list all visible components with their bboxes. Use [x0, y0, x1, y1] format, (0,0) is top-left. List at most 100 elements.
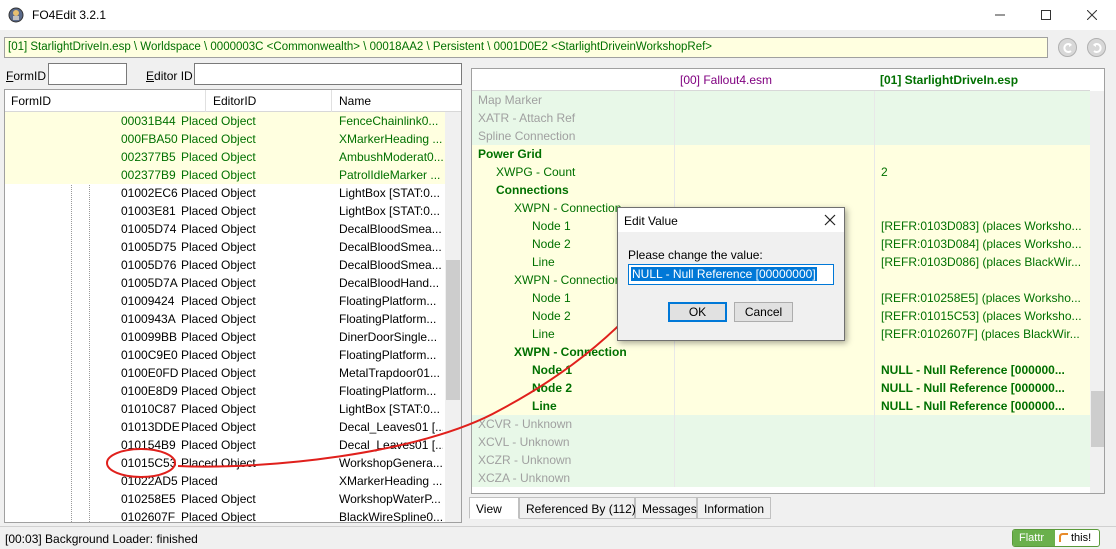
view-cell-fallout4[interactable]	[674, 343, 874, 361]
tree-row[interactable]: 01005D7A Placed Object DecalBloodHand...	[5, 274, 445, 292]
flattr-button[interactable]: Flattr this!	[1012, 529, 1100, 547]
view-row[interactable]: Line NULL - Null Reference [000000...	[472, 397, 1090, 415]
editorid-filter-input[interactable]	[194, 63, 462, 85]
view-row[interactable]: XWPG - Count 2	[472, 163, 1090, 181]
view-row[interactable]: Map Marker	[472, 91, 1090, 109]
record-tree[interactable]: FormID EditorID Name 00031B44 Placed Obje…	[4, 89, 462, 523]
view-cell-starlight[interactable]	[874, 109, 1090, 127]
ok-button[interactable]: OK	[668, 302, 727, 322]
view-cell-fallout4[interactable]	[674, 91, 874, 109]
view-cell-starlight[interactable]	[874, 469, 1090, 487]
tree-row[interactable]: 01010C87 Placed Object LightBox [STAT:0...	[5, 400, 445, 418]
tree-row[interactable]: 010099BB Placed Object DinerDoorSingle...	[5, 328, 445, 346]
view-cell-starlight[interactable]: [REFR:01015C53] (places Worksho...	[874, 307, 1090, 325]
minimize-button[interactable]	[977, 0, 1023, 30]
tree-row[interactable]: 00031B44 Placed Object FenceChainlink0...	[5, 112, 445, 130]
view-cell-starlight[interactable]	[874, 271, 1090, 289]
header-name[interactable]: Name	[339, 94, 371, 108]
tab-view[interactable]: View	[469, 497, 519, 519]
view-row[interactable]: Power Grid	[472, 145, 1090, 163]
tree-row[interactable]: 01022AD5Placed ExtraAttackMarker XMarkerH…	[5, 472, 445, 490]
tree-scroll-thumb[interactable]	[446, 260, 460, 400]
header-fallout4[interactable]: [00] Fallout4.esm	[680, 73, 772, 87]
tree-row[interactable]: 01015C53 Placed Object WorkshopGenera...	[5, 454, 445, 472]
view-cell-starlight[interactable]: [REFR:0102607F] (places BlackWir...	[874, 325, 1090, 343]
tree-row[interactable]: 000FBA50 Placed Object XMarkerHeading ...	[5, 130, 445, 148]
tree-row[interactable]: 01002EC6 Placed Object LightBox [STAT:0...	[5, 184, 445, 202]
header-editorid[interactable]: EditorID	[213, 94, 256, 108]
view-cell-starlight[interactable]	[874, 433, 1090, 451]
view-cell-fallout4[interactable]	[674, 109, 874, 127]
view-cell-starlight[interactable]	[874, 91, 1090, 109]
view-cell-fallout4[interactable]	[674, 433, 874, 451]
view-scroll-thumb[interactable]	[1091, 391, 1104, 447]
dialog-close-icon[interactable]	[822, 212, 838, 228]
view-cell-fallout4[interactable]	[674, 127, 874, 145]
view-cell-fallout4[interactable]	[674, 145, 874, 163]
tab-information[interactable]: Information	[697, 497, 771, 519]
view-row[interactable]: XATR - Attach Ref	[472, 109, 1090, 127]
tree-row[interactable]: 01005D75 Placed Object DecalBloodSmea...	[5, 238, 445, 256]
view-row[interactable]: Spline Connection	[472, 127, 1090, 145]
view-cell-starlight[interactable]: 2	[874, 163, 1090, 181]
view-cell-starlight[interactable]: [REFR:0103D084] (places Worksho...	[874, 235, 1090, 253]
tree-row[interactable]: 010154B9 Placed Object Decal_Leaves01 [...	[5, 436, 445, 454]
tree-row[interactable]: 0100943A Placed Object FloatingPlatform...	[5, 310, 445, 328]
view-cell-starlight[interactable]: NULL - Null Reference [000000...	[874, 379, 1090, 397]
tab-messages[interactable]: Messages	[635, 497, 697, 519]
view-cell-starlight[interactable]	[874, 181, 1090, 199]
tree-row[interactable]: 002377B5 Placed Object AmbushModerat0...	[5, 148, 445, 166]
view-cell-starlight[interactable]	[874, 127, 1090, 145]
close-button[interactable]	[1069, 0, 1115, 30]
view-cell-starlight[interactable]: NULL - Null Reference [000000...	[874, 397, 1090, 415]
view-cell-fallout4[interactable]	[674, 469, 874, 487]
view-row[interactable]: XWPN - Connection	[472, 343, 1090, 361]
tree-row[interactable]: 01005D76 Placed Object DecalBloodSmea...	[5, 256, 445, 274]
dialog-value-input[interactable]: NULL - Null Reference [00000000]	[628, 264, 834, 285]
view-row[interactable]: XCZR - Unknown	[472, 451, 1090, 469]
view-cell-starlight[interactable]	[874, 199, 1090, 217]
record-path-bar[interactable]: [01] StarlightDriveIn.esp \ Worldspace \…	[4, 37, 1048, 58]
formid-filter-input[interactable]	[48, 63, 127, 85]
tree-row[interactable]: 01009424 Placed Object FloatingPlatform...	[5, 292, 445, 310]
view-row[interactable]: XCZA - Unknown	[472, 469, 1090, 487]
view-cell-fallout4[interactable]	[674, 397, 874, 415]
view-cell-starlight[interactable]	[874, 415, 1090, 433]
view-row[interactable]: XCVR - Unknown	[472, 415, 1090, 433]
view-cell-starlight[interactable]: [REFR:010258E5] (places Worksho...	[874, 289, 1090, 307]
view-cell-starlight[interactable]	[874, 343, 1090, 361]
view-cell-fallout4[interactable]	[674, 163, 874, 181]
view-cell-starlight[interactable]	[874, 451, 1090, 469]
tree-row[interactable]: 0100E0FD Placed Object MetalTrapdoor01...	[5, 364, 445, 382]
header-formid[interactable]: FormID	[11, 94, 51, 108]
header-starlight[interactable]: [01] StarlightDriveIn.esp	[880, 73, 1018, 87]
view-row[interactable]: Node 1 NULL - Null Reference [000000...	[472, 361, 1090, 379]
view-scrollbar[interactable]	[1090, 91, 1104, 493]
nav-back-button[interactable]	[1058, 38, 1077, 57]
tree-row[interactable]: 01013DDE Placed Object Decal_Leaves01 [...	[5, 418, 445, 436]
view-cell-fallout4[interactable]	[674, 181, 874, 199]
view-cell-starlight[interactable]: [REFR:0103D086] (places BlackWir...	[874, 253, 1090, 271]
tree-row[interactable]: 01003E81 Placed Object LightBox [STAT:0...	[5, 202, 445, 220]
view-cell-starlight[interactable]: NULL - Null Reference [000000...	[874, 361, 1090, 379]
tree-row[interactable]: 01005D74 Placed Object DecalBloodSmea...	[5, 220, 445, 238]
view-cell-fallout4[interactable]	[674, 361, 874, 379]
cancel-button[interactable]: Cancel	[734, 302, 793, 322]
view-cell-fallout4[interactable]	[674, 415, 874, 433]
tree-row[interactable]: 0100E8D9 Placed Object FloatingPlatform...	[5, 382, 445, 400]
tab-referenced-by[interactable]: Referenced By (112)	[519, 497, 636, 519]
nav-forward-button[interactable]	[1087, 38, 1106, 57]
view-row[interactable]: Node 2 NULL - Null Reference [000000...	[472, 379, 1090, 397]
tree-scrollbar[interactable]	[445, 112, 461, 522]
view-cell-fallout4[interactable]	[674, 451, 874, 469]
tree-row[interactable]: 0100C9E0 Placed Object FloatingPlatform...	[5, 346, 445, 364]
view-row[interactable]: XCVL - Unknown	[472, 433, 1090, 451]
tree-row[interactable]: 002377B9 Placed Object PatrolIdleMarker ..…	[5, 166, 445, 184]
view-cell-starlight[interactable]: [REFR:0103D083] (places Worksho...	[874, 217, 1090, 235]
view-cell-starlight[interactable]	[874, 145, 1090, 163]
view-cell-fallout4[interactable]	[674, 379, 874, 397]
tree-row[interactable]: 0102607F Placed Object BlackWireSpline0...	[5, 508, 445, 522]
tree-row[interactable]: 010258E5 Placed Object WorkshopWaterP...	[5, 490, 445, 508]
maximize-button[interactable]	[1023, 0, 1069, 30]
view-row[interactable]: Connections	[472, 181, 1090, 199]
